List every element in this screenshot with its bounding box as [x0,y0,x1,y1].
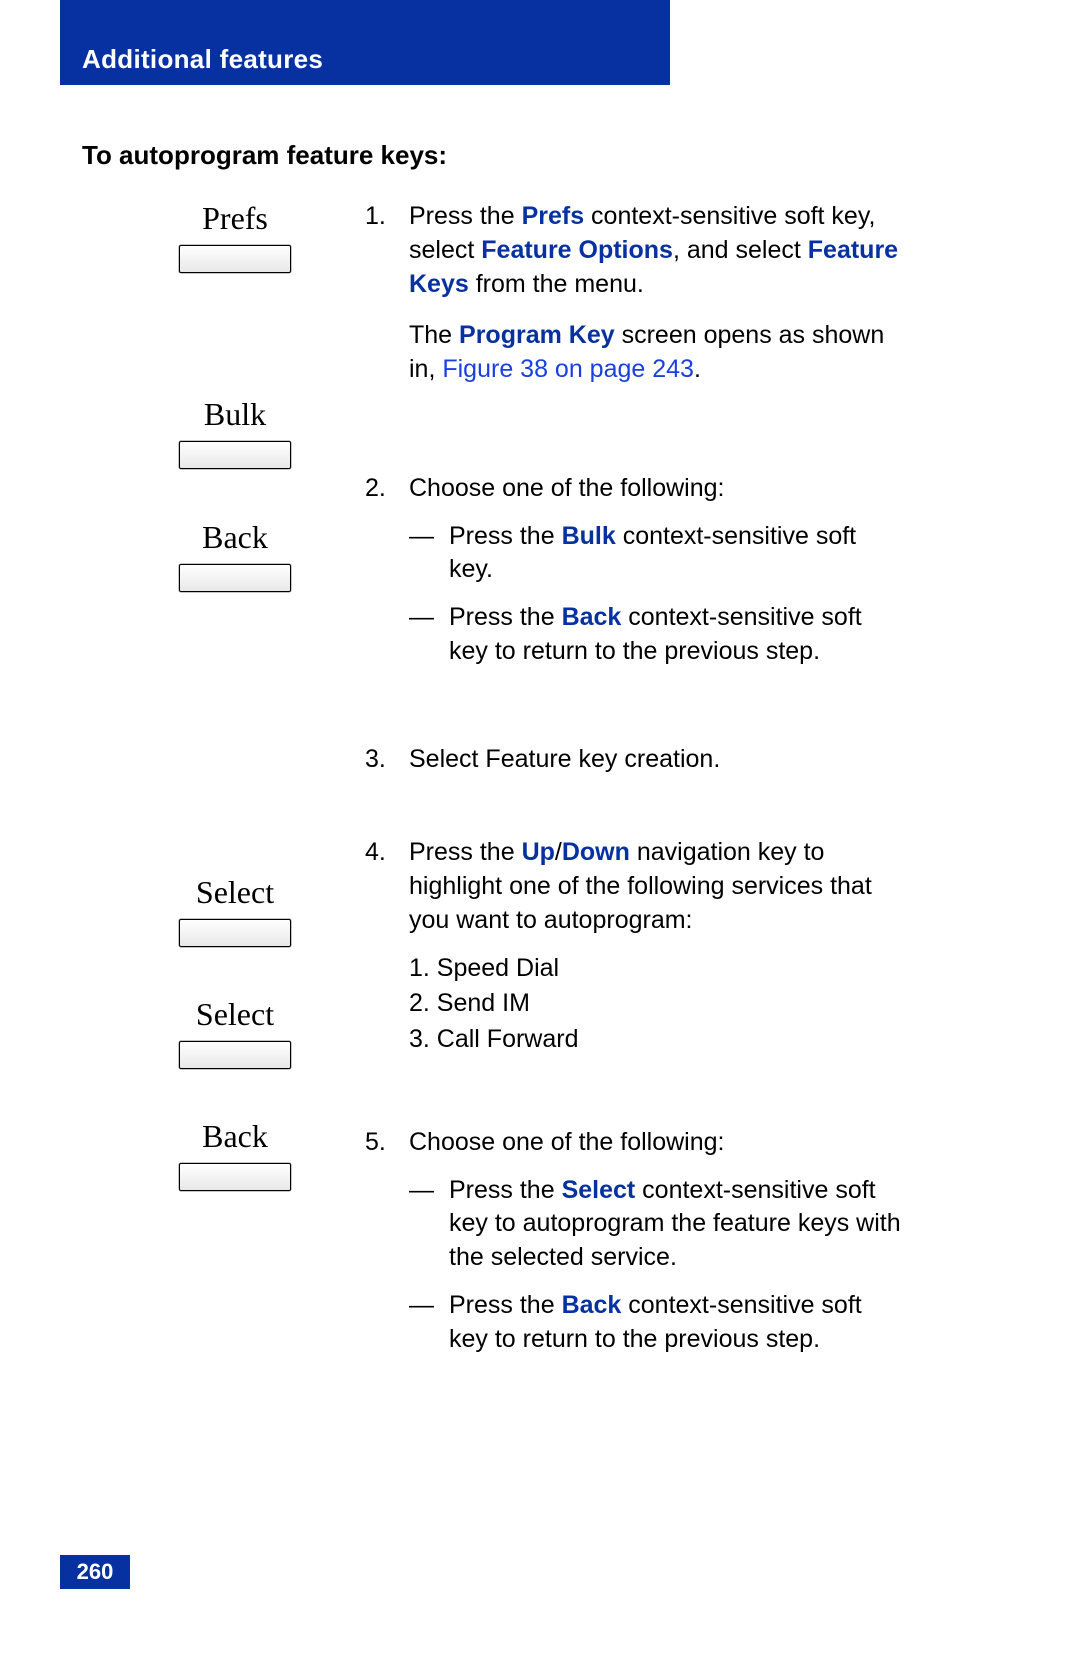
step-4-services: 1. Speed Dial 2. Send IM 3. Call Forward [409,952,905,1057]
softkey-select-1-button [179,919,291,947]
keyword-program-key: Program Key [459,321,615,349]
step-4-lead: Press the Up/Down navigation key to high… [409,836,905,937]
page-number: 260 [60,1555,130,1589]
step-5-sublist: — Press the Select context-sensitive sof… [409,1174,905,1357]
keyword-feature-options: Feature Options [481,236,673,264]
softkey-bulk-label: Bulk [135,396,335,433]
header-bar: Additional features [60,0,670,85]
step-2-sublist: — Press the Bulk context-sensitive soft … [409,520,905,669]
step-1-number: 1. [365,200,409,405]
softkey-prefs: Prefs [135,200,335,273]
step-1: 1. Press the Prefs context-sensitive sof… [365,200,905,405]
service-call-forward: 3. Call Forward [409,1023,905,1057]
keyword-back: Back [562,603,622,631]
step-5-body: Choose one of the following: — Press the… [409,1126,905,1371]
instructions: 1. Press the Prefs context-sensitive sof… [365,200,905,1392]
step-3: 3. Select Feature key creation. [365,743,905,777]
dash-icon: — [409,520,449,588]
step-3-number: 3. [365,743,409,777]
keyword-prefs: Prefs [522,202,585,230]
step-5: 5. Choose one of the following: — Press … [365,1126,905,1371]
dash-icon: — [409,1289,449,1357]
dash-icon: — [409,1174,449,1275]
step-5-sub-1: — Press the Select context-sensitive sof… [409,1174,905,1275]
step-1-body: Press the Prefs context-sensitive soft k… [409,200,905,405]
softkey-prefs-label: Prefs [135,200,335,237]
step-4: 4. Press the Up/Down navigation key to h… [365,836,905,1059]
step-4-body: Press the Up/Down navigation key to high… [409,836,905,1059]
softkey-select-2-label: Select [135,996,335,1033]
softkey-select-1: Select [135,874,335,947]
step-3-body: Select Feature key creation. [409,743,905,777]
softkey-bulk: Bulk [135,396,335,469]
step-4-number: 4. [365,836,409,1059]
keyword-down: Down [562,838,630,866]
softkey-select-1-label: Select [135,874,335,911]
keyword-select: Select [562,1176,636,1204]
step-1-para-2: The Program Key screen opens as shown in… [409,319,905,387]
softkey-prefs-button [179,245,291,273]
step-2-sub-1: — Press the Bulk context-sensitive soft … [409,520,905,588]
softkey-back-1-label: Back [135,519,335,556]
softkey-bulk-button [179,441,291,469]
softkey-back-2-label: Back [135,1118,335,1155]
header-title: Additional features [82,44,323,75]
keyword-bulk: Bulk [562,522,616,550]
softkey-back-2: Back [135,1118,335,1191]
softkey-select-2: Select [135,996,335,1069]
softkey-back-1-button [179,564,291,592]
step-2-number: 2. [365,472,409,683]
step-2-lead: Choose one of the following: [409,472,905,506]
softkey-select-2-button [179,1041,291,1069]
step-1-para-1: Press the Prefs context-sensitive soft k… [409,200,905,301]
softkey-back-1: Back [135,519,335,592]
dash-icon: — [409,601,449,669]
service-speed-dial: 1. Speed Dial [409,952,905,986]
page: Additional features To autoprogram featu… [0,0,1080,1669]
step-5-number: 5. [365,1126,409,1371]
keyword-back: Back [562,1291,622,1319]
keyword-up: Up [522,838,555,866]
softkey-back-2-button [179,1163,291,1191]
step-2-body: Choose one of the following: — Press the… [409,472,905,683]
link-figure-38[interactable]: Figure 38 on page 243 [442,355,694,383]
step-2-sub-2: — Press the Back context-sensitive soft … [409,601,905,669]
section-heading: To autoprogram feature keys: [82,140,447,171]
service-send-im: 2. Send IM [409,987,905,1021]
step-2: 2. Choose one of the following: — Press … [365,472,905,683]
step-5-lead: Choose one of the following: [409,1126,905,1160]
step-5-sub-2: — Press the Back context-sensitive soft … [409,1289,905,1357]
